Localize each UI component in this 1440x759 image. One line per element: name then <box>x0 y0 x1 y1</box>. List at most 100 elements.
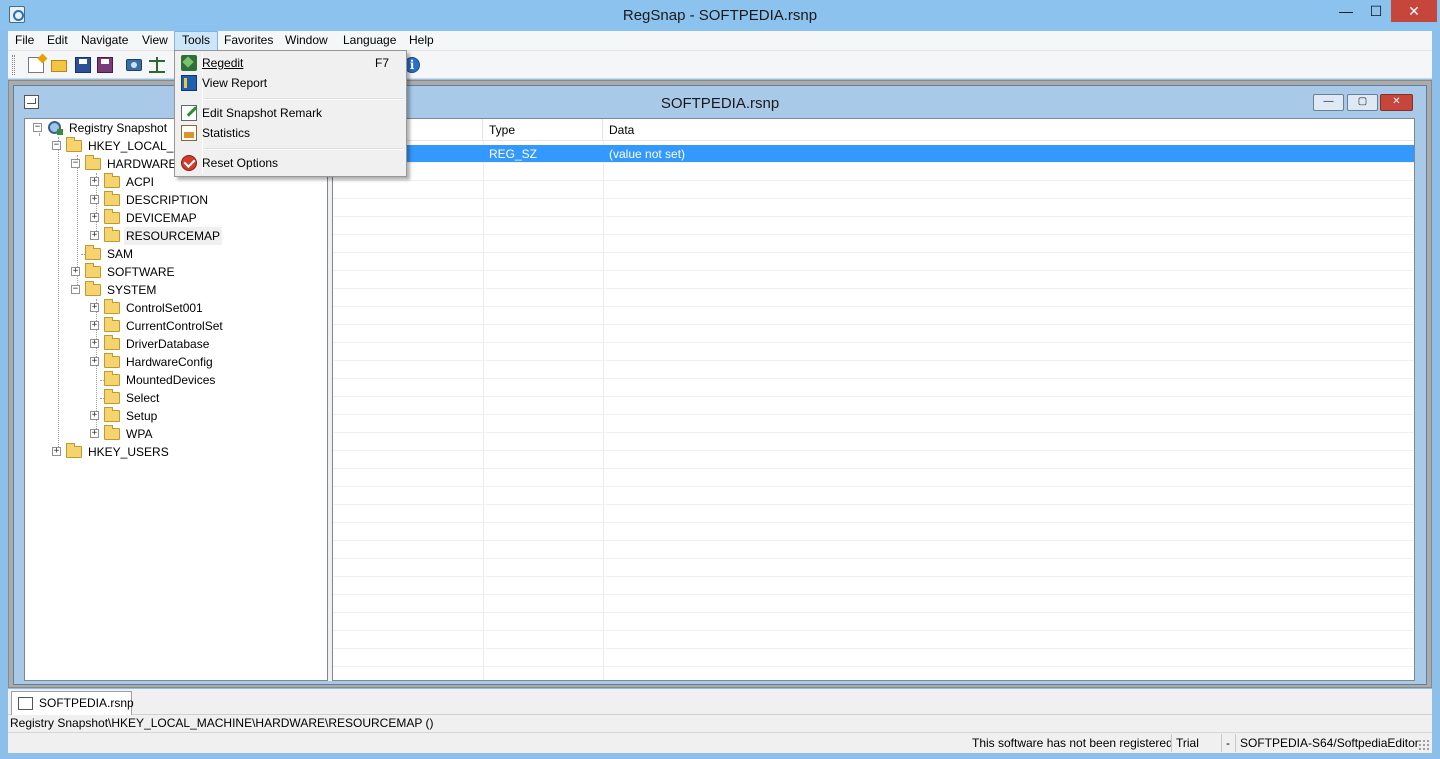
tree-label: Setup <box>126 409 158 423</box>
empty-row <box>333 361 1414 379</box>
expand-icon[interactable]: + <box>71 267 80 276</box>
collapse-icon[interactable]: − <box>71 285 80 294</box>
tree-label: DriverDatabase <box>126 337 210 351</box>
save-icon <box>75 57 91 73</box>
menu-tools[interactable]: Tools <box>174 31 219 51</box>
view-report-icon <box>181 75 197 91</box>
tree-item-select[interactable]: Select <box>25 389 325 407</box>
menu-item-view-report[interactable]: View Report <box>177 72 404 94</box>
statistics-icon <box>181 125 197 141</box>
tree-item-wpa[interactable]: + WPA <box>25 425 325 443</box>
tab-softpedia-rsnp[interactable]: SOFTPEDIA.rsnp <box>11 691 134 715</box>
expand-icon[interactable]: + <box>90 177 99 186</box>
menu-favorites[interactable]: Favorites <box>217 31 280 51</box>
expand-icon[interactable]: + <box>90 303 99 312</box>
empty-row <box>333 559 1414 577</box>
new-snapshot-button[interactable] <box>27 56 45 74</box>
registry-tree[interactable]: − Registry Snapshot − HKEY_LOCAL_MA − HA… <box>24 118 328 681</box>
table-row[interactable]: REG_SZ (value not set) <box>333 145 1414 163</box>
menu-file[interactable]: File <box>8 31 41 51</box>
tree-item-devicemap[interactable]: + DEVICEMAP <box>25 209 325 227</box>
collapse-icon[interactable]: − <box>52 141 61 150</box>
menu-language[interactable]: Language <box>336 31 403 51</box>
compare-button[interactable] <box>148 56 166 74</box>
menu-navigate[interactable]: Navigate <box>74 31 135 51</box>
snapshot-button[interactable] <box>125 56 143 74</box>
menu-item-regedit[interactable]: Regedit F7 <box>177 52 404 74</box>
maximize-button[interactable]: ☐ <box>1361 0 1391 22</box>
title-bar[interactable]: RegSnap - SOFTPEDIA.rsnp — ☐ ✕ <box>0 0 1440 31</box>
tools-menu-dropdown: Regedit F7 View Report Edit Snapshot Rem… <box>174 50 407 177</box>
folder-icon <box>104 191 120 206</box>
resize-grip[interactable] <box>1418 739 1430 751</box>
tree-label: Select <box>126 391 160 405</box>
tree-item-controlset001[interactable]: + ControlSet001 <box>25 299 325 317</box>
collapse-icon[interactable]: − <box>71 159 80 168</box>
menu-edit[interactable]: Edit <box>40 31 75 51</box>
empty-row <box>333 307 1414 325</box>
tree-item-resourcemap[interactable]: + RESOURCEMAP <box>25 227 325 245</box>
empty-row <box>333 181 1414 199</box>
folder-icon <box>104 407 120 422</box>
save-button[interactable] <box>74 56 92 74</box>
menu-item-statistics[interactable]: Statistics <box>177 122 404 144</box>
column-header-data[interactable]: Data <box>603 119 1414 141</box>
column-header-type[interactable]: Type <box>483 119 603 141</box>
expand-icon[interactable]: + <box>90 357 99 366</box>
expand-icon[interactable]: + <box>90 231 99 240</box>
empty-row <box>333 397 1414 415</box>
menu-separator <box>203 148 403 150</box>
expand-icon[interactable]: + <box>90 213 99 222</box>
child-maximize-button[interactable]: ▢ <box>1347 94 1378 111</box>
menu-help[interactable]: Help <box>402 31 441 51</box>
tree-item-driverdatabase[interactable]: + DriverDatabase <box>25 335 325 353</box>
status-separator: - <box>1221 734 1235 752</box>
tree-item-software[interactable]: + SOFTWARE <box>25 263 325 281</box>
tree-item-mounteddevices[interactable]: MountedDevices <box>25 371 325 389</box>
open-icon <box>51 60 67 72</box>
folder-icon <box>85 263 101 278</box>
expand-icon[interactable]: + <box>90 339 99 348</box>
child-close-button[interactable]: ✕ <box>1380 94 1413 111</box>
menu-view[interactable]: View <box>135 31 175 51</box>
snapshot-document-icon <box>18 697 33 710</box>
expand-icon[interactable]: + <box>90 429 99 438</box>
empty-row <box>333 289 1414 307</box>
empty-row <box>333 433 1414 451</box>
tree-item-setup[interactable]: + Setup <box>25 407 325 425</box>
menu-window[interactable]: Window <box>278 31 335 51</box>
tree-item-system[interactable]: − SYSTEM <box>25 281 325 299</box>
tree-item-description[interactable]: + DESCRIPTION <box>25 191 325 209</box>
expand-icon[interactable]: + <box>90 321 99 330</box>
tree-item-sam[interactable]: SAM <box>25 245 325 263</box>
save-as-button[interactable] <box>96 56 114 74</box>
tree-label: HARDWARE <box>107 157 177 171</box>
tree-label: SYSTEM <box>107 283 157 297</box>
folder-icon <box>104 353 120 368</box>
close-button[interactable]: ✕ <box>1391 0 1437 22</box>
menu-item-edit-snapshot-remark[interactable]: Edit Snapshot Remark <box>177 102 404 124</box>
expand-icon[interactable]: + <box>52 447 61 456</box>
expand-icon[interactable]: + <box>90 411 99 420</box>
tree-label: WPA <box>126 427 153 441</box>
tree-item-hardwareconfig[interactable]: + HardwareConfig <box>25 353 325 371</box>
app-window: RegSnap - SOFTPEDIA.rsnp — ☐ ✕ File Edit… <box>0 0 1440 759</box>
menu-item-reset-options[interactable]: Reset Options <box>177 152 404 174</box>
expand-icon[interactable]: + <box>90 195 99 204</box>
open-button[interactable] <box>50 56 68 74</box>
folder-icon <box>104 227 120 242</box>
tree-item-currentcontrolset[interactable]: + CurrentControlSet <box>25 317 325 335</box>
empty-row <box>333 271 1414 289</box>
toolbar-grip[interactable] <box>12 55 15 75</box>
cell-type: REG_SZ <box>489 147 538 161</box>
tree-label: HKEY_USERS <box>88 445 169 459</box>
tree-item-hku[interactable]: + HKEY_USERS <box>25 443 325 461</box>
menu-item-label: Statistics <box>202 126 251 140</box>
values-list[interactable]: Type Data REG_SZ (value not set) <box>332 118 1415 681</box>
child-minimize-button[interactable]: — <box>1313 94 1344 111</box>
empty-row <box>333 613 1414 631</box>
tree-label: DESCRIPTION <box>126 193 209 207</box>
minimize-button[interactable]: — <box>1331 0 1361 22</box>
collapse-icon[interactable]: − <box>33 123 42 132</box>
menu-bar: File Edit Navigate View Tools Favorites … <box>8 31 1432 51</box>
